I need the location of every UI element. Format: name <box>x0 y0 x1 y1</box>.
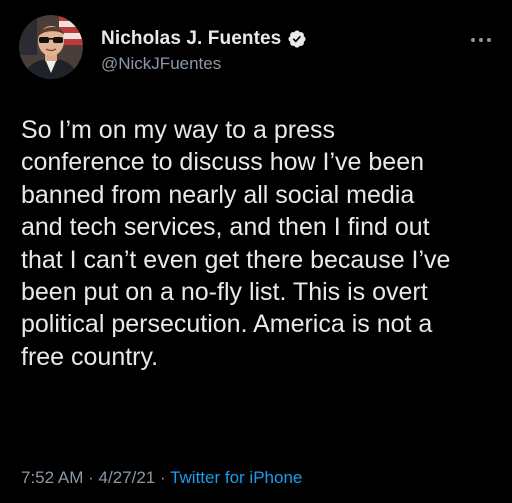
tweet-metadata: 7:52 AM · 4/27/21 · Twitter for iPhone <box>21 468 302 488</box>
author-avatar[interactable] <box>19 15 83 79</box>
name-row: Nicholas J. Fuentes <box>101 28 307 50</box>
tweet-date[interactable]: 4/27/21 <box>99 468 156 487</box>
tweet-source-link[interactable]: Twitter for iPhone <box>170 468 302 487</box>
author-handle[interactable]: @NickJFuentes <box>101 54 307 74</box>
author-identity: Nicholas J. Fuentes @NickJFuentes <box>101 28 307 74</box>
more-horizontal-icon[interactable] <box>470 32 492 42</box>
meta-separator: · <box>88 468 94 487</box>
author-display-name[interactable]: Nicholas J. Fuentes <box>101 28 281 50</box>
verified-badge-icon <box>287 29 307 49</box>
tweet-time[interactable]: 7:52 AM <box>21 468 83 487</box>
tweet-card: Nicholas J. Fuentes @NickJFuentes So I’m… <box>0 0 512 503</box>
tweet-text: So I’m on my way to a press conference t… <box>21 116 451 371</box>
profile-photo <box>19 15 83 79</box>
meta-separator: · <box>159 468 166 487</box>
